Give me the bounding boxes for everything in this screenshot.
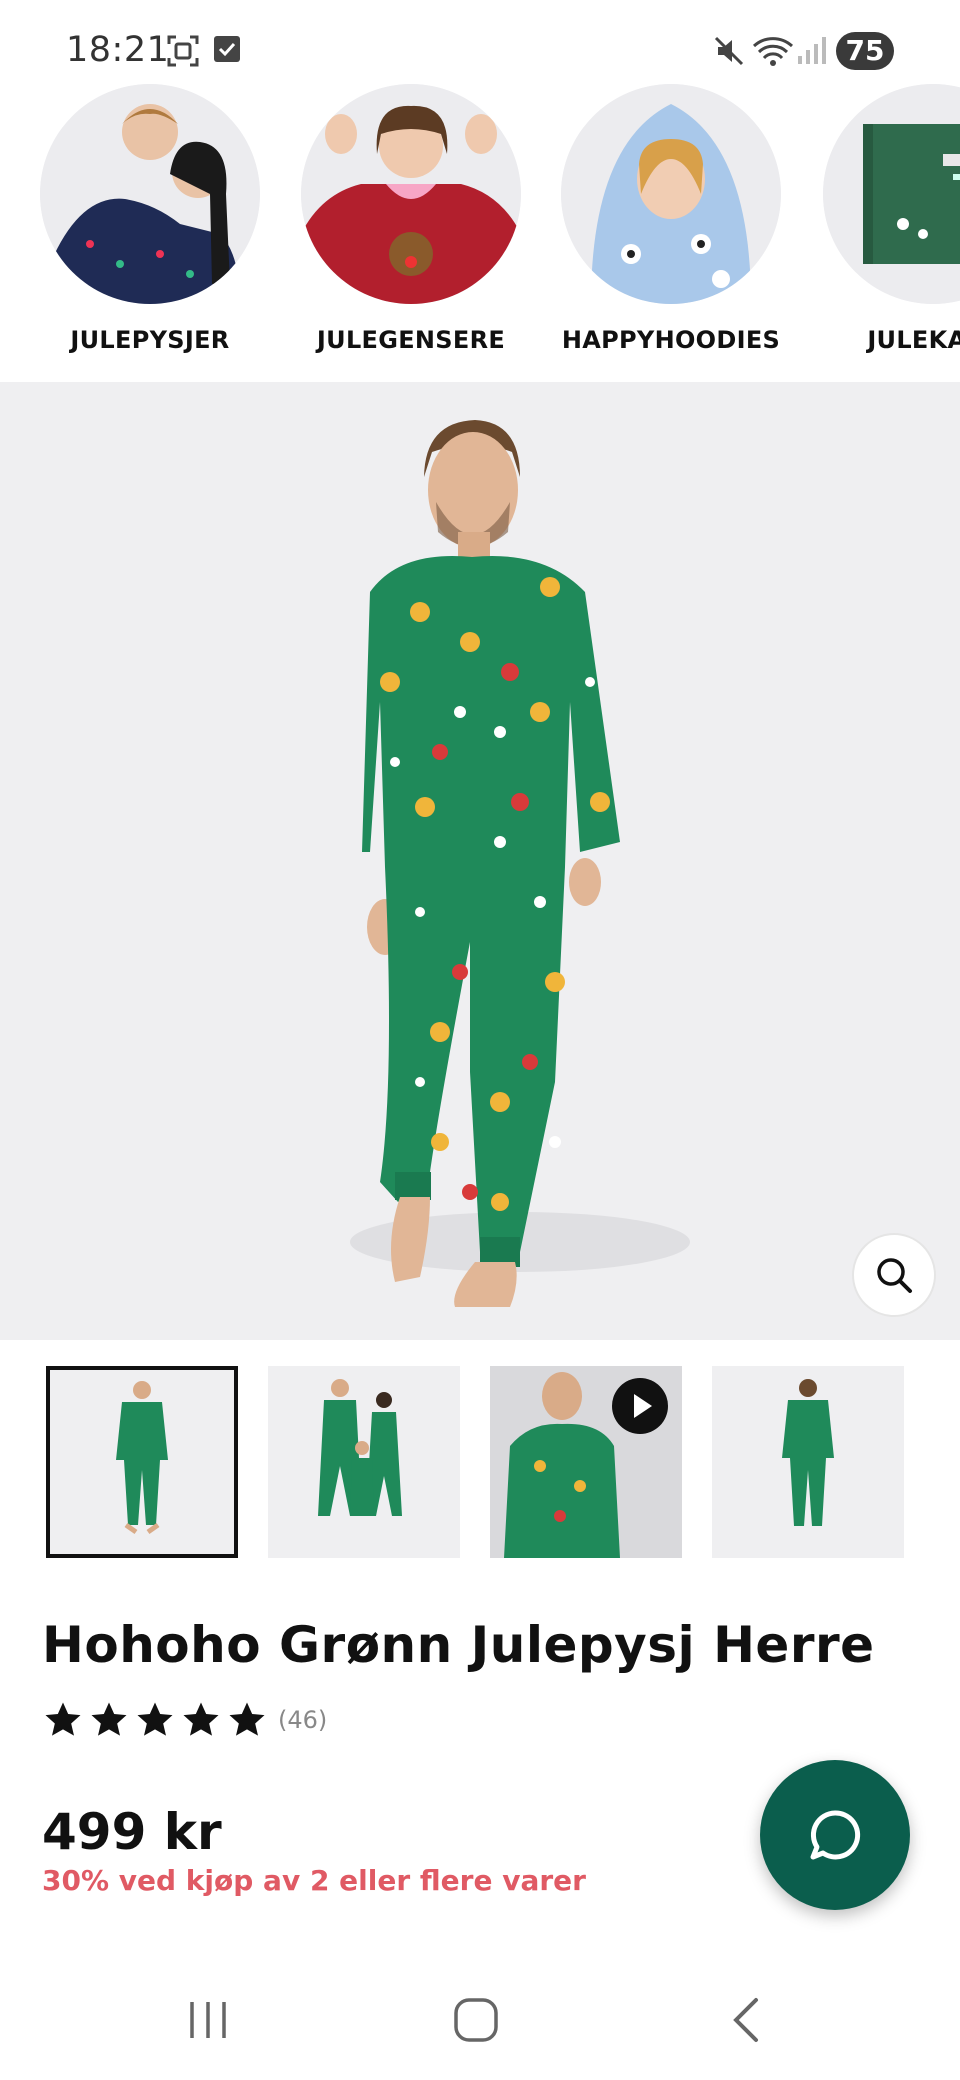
- star-icon: [183, 1702, 219, 1736]
- checkbox-notification-icon: [212, 34, 242, 68]
- rating[interactable]: (46): [42, 1700, 327, 1740]
- category-scroller[interactable]: JULEPYSJER JULEGENSERE HAPPYHOODIES JULE…: [0, 84, 960, 384]
- category-happyhoodies[interactable]: HAPPYHOODIES: [556, 84, 786, 354]
- signal-icon: [796, 34, 828, 70]
- star-icon: [229, 1702, 265, 1736]
- thumbnail-strip: [46, 1366, 916, 1558]
- thumbnail-2[interactable]: [268, 1366, 460, 1558]
- category-image: [40, 84, 260, 304]
- promo-text: 30% ved kjøp av 2 eller flere varer: [42, 1864, 586, 1897]
- category-image: [823, 84, 960, 304]
- star-icon: [137, 1702, 173, 1736]
- chat-button[interactable]: [760, 1760, 910, 1910]
- category-julegensere[interactable]: JULEGENSERE: [296, 84, 526, 354]
- category-label: JULEKALE: [867, 326, 960, 354]
- review-count[interactable]: (46): [278, 1706, 327, 1734]
- zoom-button[interactable]: [852, 1233, 936, 1317]
- system-nav-bar: [0, 1960, 960, 2080]
- status-time: 18:21: [66, 30, 170, 70]
- back-button[interactable]: [686, 1960, 806, 2080]
- product-title: Hohoho Grønn Julepysj Herre: [42, 1616, 875, 1674]
- search-icon: [877, 1258, 912, 1293]
- recent-apps-icon: [190, 2002, 226, 2038]
- back-icon: [733, 1998, 758, 2042]
- category-image: [301, 84, 521, 304]
- recent-apps-button[interactable]: [148, 1960, 268, 2080]
- chat-bubble-icon: [810, 1810, 861, 1860]
- star-icon: [45, 1702, 81, 1736]
- wifi-icon: [752, 34, 794, 72]
- star-icon: [91, 1702, 127, 1736]
- category-label: JULEPYSJER: [70, 326, 230, 354]
- thumbnail-3-video[interactable]: [490, 1366, 682, 1558]
- home-button[interactable]: [416, 1960, 536, 2080]
- category-label: JULEGENSERE: [316, 326, 506, 354]
- product-main-image[interactable]: [0, 382, 960, 1340]
- category-julepysjer[interactable]: JULEPYSJER: [35, 84, 265, 354]
- battery-indicator: 75: [836, 32, 894, 70]
- thumbnail-4[interactable]: [712, 1366, 904, 1558]
- category-image: [561, 84, 781, 304]
- category-label: HAPPYHOODIES: [561, 326, 781, 354]
- thumbnail-1[interactable]: [46, 1366, 238, 1558]
- mute-icon: [712, 34, 746, 72]
- home-icon: [454, 1998, 498, 2042]
- product-price: 499 kr: [42, 1803, 222, 1861]
- screenshot-icon: [166, 34, 200, 72]
- play-icon[interactable]: [612, 1378, 668, 1434]
- category-julekalender[interactable]: JULEKALE: [818, 84, 960, 354]
